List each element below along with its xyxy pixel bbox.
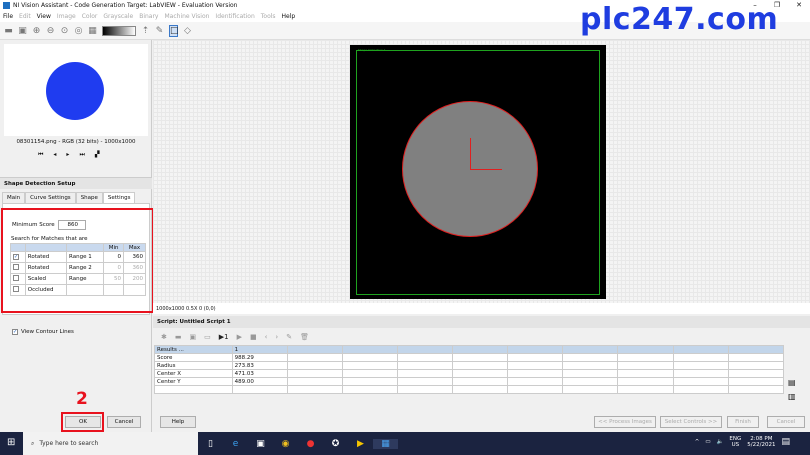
axis-x-marker	[470, 169, 502, 170]
setup-tabs: Main Curve Settings Shape Settings	[2, 192, 136, 203]
annotation-box-1	[1, 208, 154, 313]
chevron-up-icon[interactable]: ^	[695, 439, 700, 445]
task-view-icon[interactable]: ▯	[198, 439, 223, 449]
rotated-rect-tool-icon[interactable]: ◇	[183, 26, 192, 36]
menu-color[interactable]: Color	[82, 13, 98, 20]
export-icon[interactable]: ▤	[788, 378, 796, 387]
save-icon[interactable]: ▣	[190, 333, 197, 341]
volume-icon[interactable]: 🔈	[717, 439, 724, 445]
tab-settings[interactable]: Settings	[102, 192, 136, 203]
menu-image[interactable]: Image	[57, 13, 76, 20]
table-row: Center Y 489.00	[154, 377, 785, 386]
script-title: Script: Untitled Script 1	[153, 316, 810, 328]
comment-icon[interactable]: ▭	[204, 333, 211, 341]
process-images-button[interactable]: << Process Images	[594, 416, 656, 428]
results-table: Results ... 1 Score 988.29 Radius 273.83 Ce…	[154, 345, 785, 394]
zoom-in-icon[interactable]: ⊕	[32, 26, 41, 36]
table-row: Radius 273.83	[154, 361, 785, 370]
menu-file[interactable]: File	[3, 13, 13, 20]
last-icon[interactable]: ⏭	[79, 151, 84, 159]
tab-curve-settings[interactable]: Curve Settings	[25, 192, 76, 203]
start-icon[interactable]: ⊞	[7, 437, 15, 448]
help-button[interactable]: Help	[160, 416, 196, 428]
notifications-icon[interactable]: ▤	[781, 437, 790, 447]
table-row: Score 988.29	[154, 353, 785, 362]
thumbnail-caption: 08301154.png - RGB (32 bits) - 1000x1000	[16, 139, 136, 145]
menu-edit[interactable]: Edit	[19, 13, 31, 20]
forward-icon[interactable]: ›	[275, 333, 278, 341]
labview-icon[interactable]: ▶	[348, 439, 373, 449]
palette-dropdown[interactable]	[102, 25, 136, 36]
wizard-cancel-button[interactable]: Cancel	[767, 416, 805, 428]
run-once-icon[interactable]: ▶1	[219, 333, 229, 341]
table-row: Center X 471.03	[154, 369, 785, 378]
rectangle-tool-icon[interactable]: □	[169, 24, 179, 37]
cancel-button[interactable]: Cancel	[107, 416, 141, 428]
vision-assistant-icon[interactable]: ▦	[373, 438, 398, 449]
tab-main[interactable]: Main	[2, 192, 26, 203]
app-icon[interactable]: ✪	[323, 439, 348, 449]
first-icon[interactable]: ⏮	[38, 151, 43, 159]
open-icon[interactable]: ▬	[4, 26, 13, 36]
app-icon	[3, 2, 10, 9]
edit-icon[interactable]: ✎	[286, 333, 292, 341]
watermark: plc247.com	[580, 2, 779, 37]
taskbar-search[interactable]: ⌕ Type here to search	[23, 432, 198, 455]
recorder-icon[interactable]: ●	[298, 439, 323, 449]
menu-tools[interactable]: Tools	[261, 13, 276, 20]
zoom-actual-icon[interactable]: ◎	[74, 26, 83, 36]
run-icon[interactable]: ▶	[237, 333, 242, 341]
menu-grayscale[interactable]: Grayscale	[103, 13, 133, 20]
select-controls-button[interactable]: Select Controls >>	[660, 416, 722, 428]
edge-icon[interactable]: e	[223, 439, 248, 449]
open-icon[interactable]: ▬	[175, 333, 182, 341]
thumbnail-nav: ⏮ ◂ ▸ ⏭ ▞	[38, 151, 99, 159]
script-toolbar: ✱ ▬ ▣ ▭ ▶1 ▶ ■ ‹ › ✎ 🗑	[153, 330, 810, 344]
image-status: 1000x1000 0.5X 0 (0,0)	[153, 303, 810, 314]
language-indicator[interactable]: ENG US	[729, 436, 741, 448]
roi-label: Shape Detection 1	[358, 48, 386, 52]
setup-header: Shape Detection Setup	[0, 177, 152, 189]
zoom-out-icon[interactable]: ⊖	[46, 26, 55, 36]
view-contour-option[interactable]: ✓ View Contour Lines	[12, 329, 74, 335]
system-tray: ^ ▭ 🔈 ENG US 2:08 PM 5/22/2021 ▤	[695, 436, 790, 448]
table-icon[interactable]: ▥	[788, 392, 796, 401]
grid-icon[interactable]: ▦	[88, 26, 97, 36]
back-icon[interactable]: ‹	[265, 333, 268, 341]
menu-help[interactable]: Help	[282, 13, 296, 20]
menu-identification[interactable]: Identification	[215, 13, 254, 20]
menu-view[interactable]: View	[37, 13, 51, 20]
chrome-icon[interactable]: ◉	[273, 439, 298, 449]
taskbar: ⊞ ⌕ Type here to search ▯ e ▣ ◉ ● ✪ ▶ ▦ ^…	[0, 432, 810, 455]
search-icon: ⌕	[31, 439, 35, 447]
menu-binary[interactable]: Binary	[139, 13, 158, 20]
menu-machine-vision[interactable]: Machine Vision	[164, 13, 209, 20]
results-side-tools: ▤ ▥	[788, 378, 796, 401]
battery-icon[interactable]: ▭	[705, 439, 710, 445]
annotation-2: 2	[76, 389, 88, 409]
delete-icon[interactable]: 🗑	[300, 333, 309, 341]
arrow-icon[interactable]: ⇡	[141, 26, 150, 36]
store-icon[interactable]: ▣	[248, 439, 273, 449]
stop-icon[interactable]: ■	[250, 333, 257, 341]
finish-button[interactable]: Finish	[727, 416, 759, 428]
thumbnail[interactable]	[4, 44, 148, 136]
window-title: NI Vision Assistant - Code Generation Ta…	[13, 2, 238, 9]
new-icon[interactable]: ✱	[161, 333, 167, 341]
save-icon[interactable]: ▣	[18, 26, 27, 36]
prev-icon[interactable]: ◂	[53, 151, 56, 159]
zoom-fit-icon[interactable]: ⊙	[60, 26, 69, 36]
tab-shape[interactable]: Shape	[75, 192, 103, 203]
pen-icon[interactable]: ✎	[155, 26, 164, 36]
annotation-box-2	[61, 412, 104, 432]
next-icon[interactable]: ▸	[66, 151, 69, 159]
browser-icon[interactable]: ▞	[95, 151, 100, 159]
view-contour-checkbox[interactable]: ✓	[12, 329, 18, 335]
axis-y-marker	[470, 138, 471, 170]
close-button[interactable]: ✕	[788, 0, 810, 11]
blue-circle-thumbnail	[46, 62, 104, 120]
clock[interactable]: 2:08 PM 5/22/2021	[747, 436, 775, 448]
